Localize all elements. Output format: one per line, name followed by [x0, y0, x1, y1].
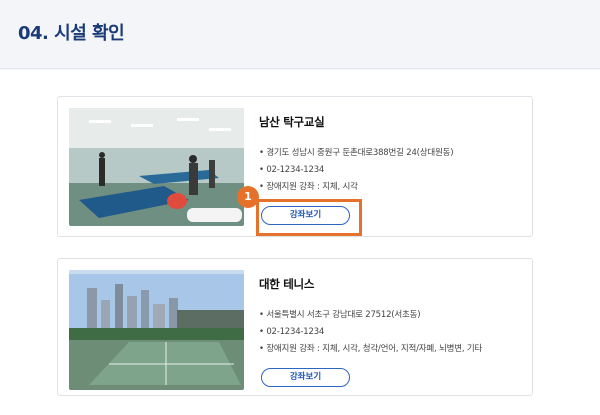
facility-address: • 경기도 성남시 중원구 둔촌대로388번길 24(상대원동): [259, 148, 454, 158]
facility-phone: • 02-1234-1234: [259, 327, 325, 337]
facility-phone: • 02-1234-1234: [259, 165, 325, 175]
facility-details: • 경기도 성남시 중원구 둔촌대로388번길 24(상대원동) • 02-12…: [259, 145, 522, 196]
facility-support: • 장애지원 강좌 : 지체, 시각: [259, 182, 358, 192]
table-tennis-photo-image: [69, 108, 244, 226]
facility-name: 남산 탁구교실: [259, 115, 325, 129]
page-title: 04. 시설 확인: [16, 19, 128, 45]
facility-card: 대한 테니스 • 서울특별시 서초구 강남대로 27512(서초동) • 02-…: [57, 258, 533, 396]
page-header: 04. 시설 확인: [0, 0, 600, 69]
step-highlight-box: [256, 199, 362, 236]
table-tennis-photo: [69, 108, 244, 226]
step-number-badge: 1: [237, 186, 259, 208]
tennis-court-photo-image: [69, 270, 244, 390]
view-courses-button[interactable]: 강좌보기: [261, 368, 350, 387]
tennis-court-photo: [69, 270, 244, 390]
facility-list: 남산 탁구교실 • 경기도 성남시 중원구 둔촌대로388번길 24(상대원동)…: [0, 70, 600, 415]
page-title-text: 04. 시설 확인: [18, 23, 125, 44]
facility-info: 남산 탁구교실 • 경기도 성남시 중원구 둔촌대로388번길 24(상대원동)…: [259, 109, 522, 196]
facility-support: • 장애지원 강좌 : 지체, 시각, 청각/언어, 지적/자폐, 뇌병변, 기…: [259, 344, 483, 354]
facility-name: 대한 테니스: [259, 277, 315, 291]
facility-details: • 서울특별시 서초구 강남대로 27512(서초동) • 02-1234-12…: [259, 307, 522, 358]
facility-address: • 서울특별시 서초구 강남대로 27512(서초동): [259, 310, 421, 320]
facility-info: 대한 테니스 • 서울특별시 서초구 강남대로 27512(서초동) • 02-…: [259, 271, 522, 358]
